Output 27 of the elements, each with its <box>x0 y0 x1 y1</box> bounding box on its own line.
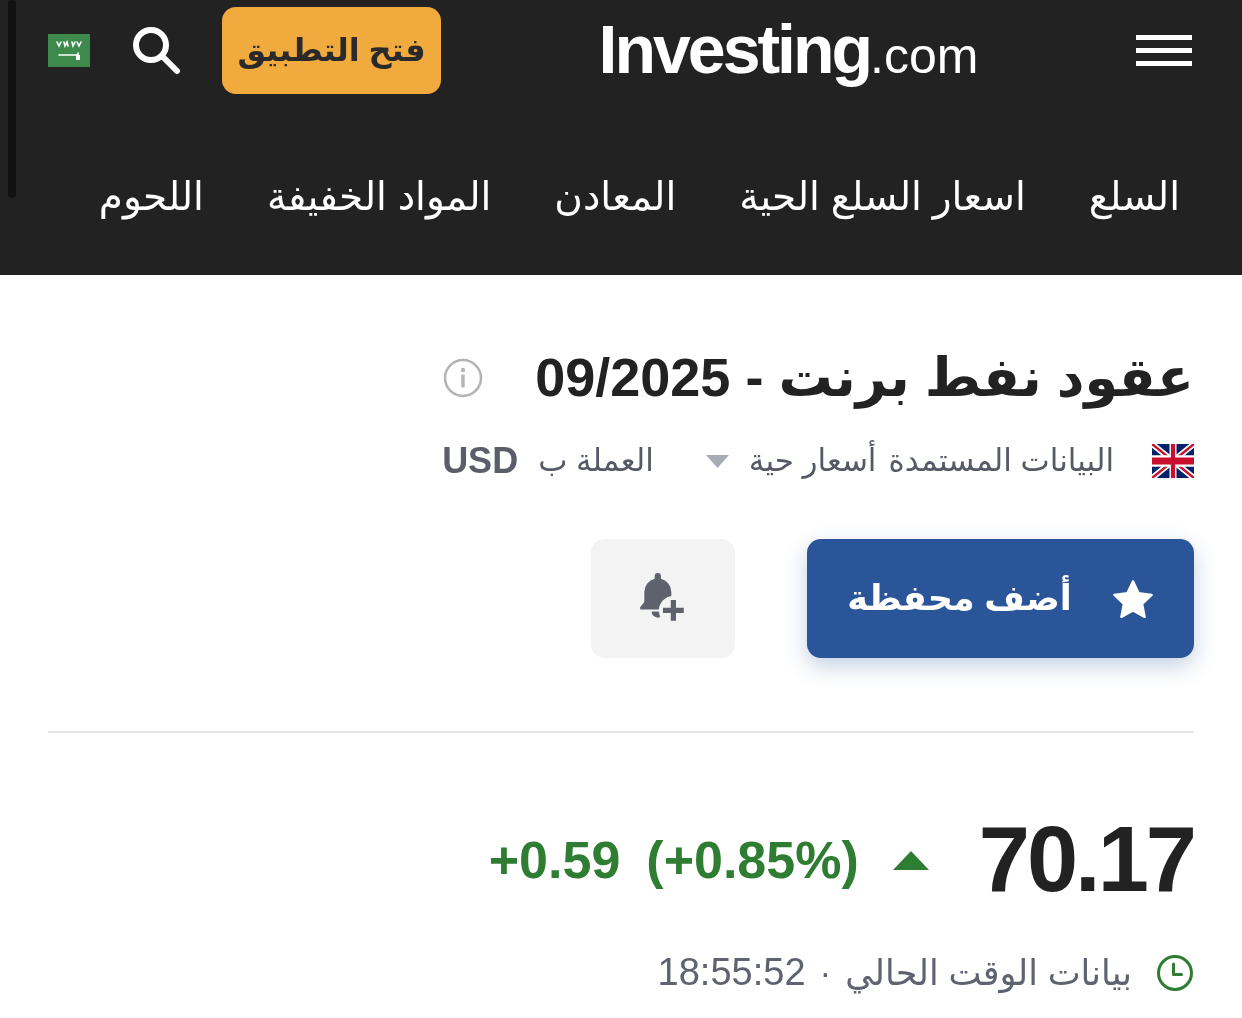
alert-button[interactable] <box>591 539 735 658</box>
price-change: +0.59 <box>488 829 621 891</box>
open-app-button[interactable]: فتح التطبيق <box>222 6 441 94</box>
nav-link[interactable]: السلع <box>1088 173 1180 222</box>
clock-icon <box>1156 954 1194 992</box>
data-source-dropdown[interactable]: أسعار حية <box>705 440 877 482</box>
flag-icon <box>1152 444 1194 478</box>
nav-link[interactable]: المعادن <box>554 173 677 222</box>
change-percent: (+0.85%) <box>646 829 859 891</box>
nav-link[interactable]: المواد الخفيفة <box>266 173 492 222</box>
logo[interactable]: Investing.com <box>598 9 979 91</box>
star-icon <box>1111 578 1154 619</box>
caret-icon <box>705 454 729 468</box>
data-source-label: البيانات المستمدة <box>888 441 1114 480</box>
update-time: 18:55:52 <box>657 950 806 996</box>
search-icon[interactable] <box>131 25 181 75</box>
nav-link[interactable]: اسعار السلع الحية <box>739 173 1026 222</box>
nav-link[interactable]: اللحوم <box>98 173 204 222</box>
last-price: 70.17 <box>978 807 1194 913</box>
realtime-status: بيانات الوقت الحالي <box>845 952 1132 996</box>
menu-icon[interactable] <box>1136 34 1192 66</box>
instrument-title: عقود نفط برنت - 09/2025 <box>535 346 1194 411</box>
flag-icon[interactable] <box>48 33 90 67</box>
add-to-watchlist-button[interactable]: أضف محفظة <box>807 539 1194 658</box>
separator: · <box>819 952 832 995</box>
currency-label: العملة ب <box>538 441 654 480</box>
currency-code: USD <box>442 439 519 483</box>
